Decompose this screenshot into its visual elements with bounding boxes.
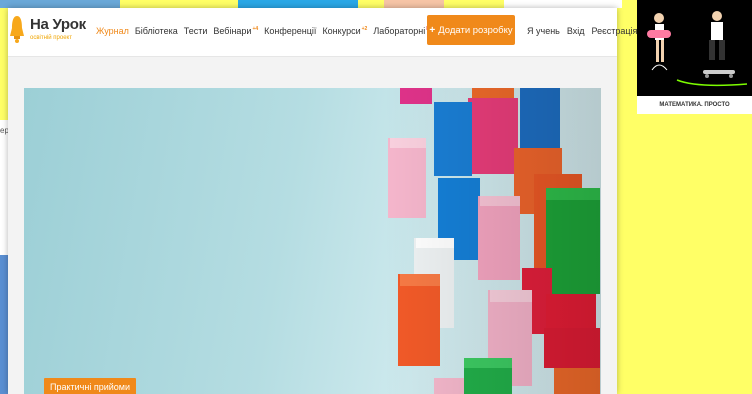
background-ad-tile bbox=[384, 0, 444, 8]
nav-badge: +2 bbox=[361, 26, 368, 32]
nav-item-0[interactable]: Журнал bbox=[96, 26, 129, 36]
site-header: На Урок освітній проект Журнал Бібліотека… bbox=[8, 8, 637, 57]
nav-item-label: Бібліотека bbox=[134, 26, 178, 36]
background-ad-tile bbox=[617, 114, 752, 394]
background-ad-tile bbox=[238, 0, 358, 8]
background-ad-tile bbox=[504, 0, 622, 8]
nav-item-4[interactable]: Конференції bbox=[264, 26, 316, 36]
register-link[interactable]: Реєстрація bbox=[592, 26, 638, 36]
background-strip bbox=[0, 120, 8, 255]
logo-subtitle: освітній проект bbox=[30, 35, 72, 41]
page-window: На Урок освітній проект Журнал Бібліотека… bbox=[8, 8, 637, 394]
side-ad-image[interactable] bbox=[637, 0, 752, 96]
nav-item-label: Конференції bbox=[264, 26, 317, 36]
nav-item-5[interactable]: Конкурси+2 bbox=[322, 26, 367, 36]
bell-icon bbox=[10, 14, 24, 44]
nav-item-3[interactable]: Вебінари+4 bbox=[213, 26, 258, 36]
add-development-button[interactable]: + Додати розробку bbox=[427, 15, 515, 45]
background-strip bbox=[0, 255, 8, 394]
nav-item-1[interactable]: Бібліотека bbox=[135, 26, 178, 36]
nav-item-label: Вебінари bbox=[213, 26, 252, 36]
plus-icon: + bbox=[429, 24, 436, 36]
login-link[interactable]: Вхід bbox=[567, 26, 585, 36]
category-badge[interactable]: Практичні прийоми bbox=[44, 378, 136, 394]
nav-item-2[interactable]: Тести bbox=[184, 26, 208, 36]
user-links: Я учень Вхід Реєстрація bbox=[527, 26, 644, 36]
student-link[interactable]: Я учень bbox=[527, 26, 560, 36]
skater-illustration-icon bbox=[637, 0, 752, 96]
main-nav: Журнал Бібліотека Тести Вебінари+4 Конференц… bbox=[96, 26, 444, 36]
background-ad-tile bbox=[0, 0, 120, 8]
nav-item-label: Тести bbox=[183, 26, 208, 36]
side-ad-caption: МАТЕМАТИКА. ПРОСТО bbox=[637, 96, 752, 114]
nav-item-label: Лабораторні bbox=[373, 26, 426, 36]
logo[interactable]: На Урок освітній проект bbox=[8, 14, 86, 50]
add-development-label: Додати розробку bbox=[438, 24, 513, 36]
hero-image[interactable]: Практичні прийоми bbox=[24, 88, 601, 394]
nav-item-label: Журнал bbox=[96, 26, 129, 36]
nav-item-label: Конкурси bbox=[322, 26, 361, 36]
nav-badge: +4 bbox=[252, 26, 259, 32]
wooden-blocks-illustration-icon bbox=[384, 88, 601, 394]
logo-title: На Урок bbox=[30, 16, 86, 33]
